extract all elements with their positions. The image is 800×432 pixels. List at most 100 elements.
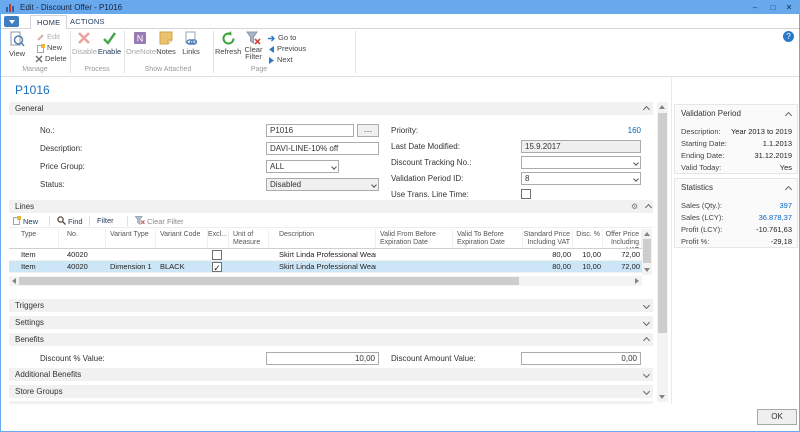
chevron-down-icon (9, 20, 15, 24)
collapse-statistics-icon[interactable] (785, 186, 792, 193)
ribbon-separator (70, 31, 71, 73)
goto-button[interactable]: Go to (268, 33, 296, 42)
links-button[interactable]: Links (179, 31, 203, 56)
column-header[interactable]: No. (59, 229, 106, 248)
maximize-button[interactable]: □ (765, 2, 781, 13)
description-field[interactable]: DAVI-LINE-10% off (266, 142, 379, 155)
view-icon (4, 31, 30, 48)
scroll-left-icon[interactable] (12, 278, 16, 284)
application-menu-button[interactable] (4, 16, 19, 27)
discount-amt-field[interactable]: 0,00 (521, 352, 641, 365)
grid-vertical-scrollbar[interactable] (642, 229, 652, 275)
fact-value-link[interactable]: 397 (779, 201, 792, 210)
clear-filter-lines-button[interactable]: Clear Filter (135, 216, 184, 226)
validation-period-label: Validation Period ID: (391, 174, 463, 183)
ribbon-separator (213, 31, 214, 73)
onenote-button[interactable]: N OneNote (126, 31, 154, 56)
collapse-validation-period-icon[interactable] (785, 112, 792, 119)
window-title: Edit - Discount Offer - P1016 (20, 3, 122, 12)
ribbon: View Edit New Delete Manage Disable Enab… (1, 29, 799, 77)
disable-button[interactable]: Disable (72, 31, 96, 56)
edit-button[interactable]: Edit (37, 32, 60, 41)
scrollbar-thumb[interactable] (19, 277, 519, 285)
priority-value[interactable]: 160 (521, 126, 641, 135)
no-label: No.: (40, 126, 55, 135)
excl-checkbox[interactable] (212, 262, 222, 272)
grid-horizontal-scrollbar[interactable] (9, 276, 642, 286)
help-icon[interactable]: ? (783, 31, 794, 42)
column-header[interactable]: Description (269, 229, 376, 248)
column-header[interactable]: Standard Price Including VAT (523, 229, 573, 248)
section-lines[interactable]: Lines (9, 200, 653, 213)
lines-toolbar: New Find Filter Clear Filter (9, 214, 653, 228)
ribbon-separator (355, 31, 356, 73)
no-field[interactable]: P1016 (266, 124, 354, 137)
discount-pct-field[interactable]: 10,00 (266, 352, 379, 365)
new-button[interactable]: New (37, 43, 62, 53)
price-group-dropdown[interactable]: ALL (266, 160, 339, 173)
notes-icon (154, 31, 178, 46)
tab-actions[interactable]: ACTIONS (64, 15, 111, 29)
refresh-button[interactable]: Refresh (215, 31, 241, 56)
trans-line-time-checkbox[interactable] (521, 189, 531, 199)
notes-button[interactable]: Notes (154, 31, 178, 56)
app-window: Edit - Discount Offer - P1016 – □ ✕ HOME… (0, 0, 800, 432)
scrollbar-thumb[interactable] (643, 239, 651, 263)
clear-filter-button[interactable]: Clear Filter (242, 31, 265, 60)
tracking-dropdown[interactable] (521, 156, 641, 169)
ok-button[interactable]: OK (757, 409, 797, 425)
tab-home[interactable]: HOME (30, 15, 67, 29)
filter-button[interactable]: Filter (97, 216, 114, 225)
enable-button[interactable]: Enable (97, 31, 122, 56)
validation-period-dropdown[interactable]: 8 (521, 172, 641, 185)
column-header[interactable]: Variant Type (106, 229, 156, 248)
discount-pct-label: Discount % Value: (40, 354, 105, 363)
factbox-title[interactable]: Validation Period (681, 109, 741, 118)
footer-bar: OK (1, 404, 799, 432)
last-modified-field: 15.9.2017 (521, 140, 641, 153)
minimize-button[interactable]: – (747, 2, 763, 13)
column-header[interactable]: Variant Code (156, 229, 208, 248)
group-label-process: Process (72, 66, 122, 73)
column-header[interactable]: Valid From Before Expiration Date (376, 229, 453, 248)
scroll-down-icon[interactable] (644, 268, 650, 272)
column-header[interactable]: Disc. % (573, 229, 603, 248)
status-dropdown[interactable]: Disabled (266, 178, 379, 191)
close-button[interactable]: ✕ (781, 2, 797, 13)
delete-button[interactable]: Delete (35, 54, 67, 63)
next-button[interactable]: Next (268, 55, 292, 64)
scroll-up-icon[interactable] (644, 232, 650, 236)
column-header[interactable]: Excl... (208, 229, 229, 248)
app-icon (6, 3, 16, 12)
fact-value-link[interactable]: 36.878,37 (759, 213, 792, 222)
fact-label: Valid Today: (681, 163, 721, 172)
view-button[interactable]: View (4, 31, 30, 58)
ribbon-separator (124, 31, 125, 73)
find-button[interactable]: Find (57, 216, 83, 226)
previous-button[interactable]: Previous (268, 44, 306, 53)
scroll-down-icon[interactable] (659, 395, 665, 399)
section-general[interactable]: General (9, 102, 653, 115)
new-line-button[interactable]: New (13, 216, 38, 226)
table-row-selected[interactable]: Item 40020 Dimension 1 BLACK Skirt Linda… (9, 261, 642, 273)
fact-label: Description: (681, 127, 721, 136)
fact-label: Profit %: (681, 237, 709, 246)
main-vertical-scrollbar[interactable] (657, 102, 668, 402)
section-additional-benefits[interactable]: Additional Benefits (9, 368, 653, 381)
scrollbar-thumb[interactable] (658, 113, 667, 333)
factbox-title[interactable]: Statistics (681, 183, 713, 192)
table-row[interactable]: Item 40020 Skirt Linda Professional Wear… (9, 249, 642, 261)
assist-edit-button[interactable]: … (357, 124, 379, 137)
section-settings[interactable]: Settings (9, 316, 653, 329)
gear-icon[interactable]: ⚙ (631, 202, 638, 211)
scroll-right-icon[interactable] (635, 278, 639, 284)
section-store-groups[interactable]: Store Groups (9, 385, 653, 398)
column-header[interactable]: Type (9, 229, 59, 248)
section-triggers[interactable]: Triggers (9, 299, 653, 312)
column-header[interactable]: Offer Price Including VAT (603, 229, 642, 248)
excl-checkbox[interactable] (212, 250, 222, 260)
section-benefits[interactable]: Benefits (9, 333, 653, 346)
column-header[interactable]: Valid To Before Expiration Date (453, 229, 523, 248)
scroll-up-icon[interactable] (659, 105, 665, 109)
column-header[interactable]: Unit of Measure (229, 229, 269, 248)
